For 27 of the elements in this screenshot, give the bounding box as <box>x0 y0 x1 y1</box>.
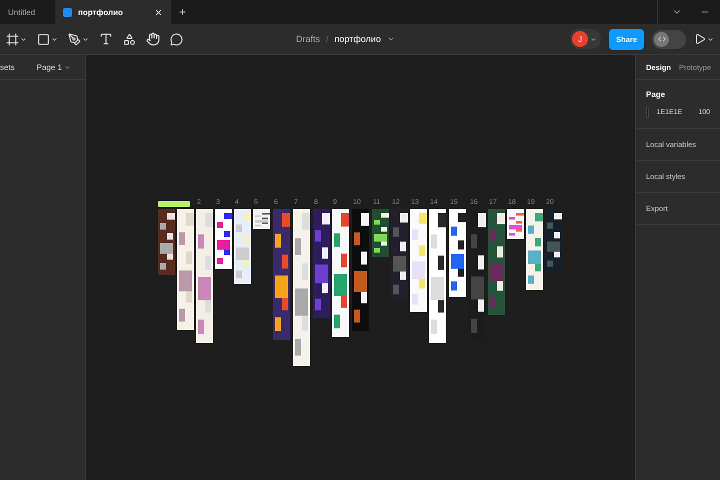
avatar-menu[interactable]: J <box>570 29 602 49</box>
assets-tab[interactable]: sets <box>0 62 15 72</box>
dev-mode-toggle[interactable] <box>652 30 686 48</box>
hand-tool[interactable] <box>146 32 160 46</box>
pen-tool[interactable] <box>68 32 89 46</box>
chevron-icon[interactable] <box>707 36 714 42</box>
separator: / <box>326 34 329 44</box>
code-icon <box>658 35 666 43</box>
folder-link[interactable]: Drafts <box>296 34 320 44</box>
shape-tool[interactable] <box>37 32 58 46</box>
chevron-icon[interactable] <box>590 36 598 42</box>
frame-tool[interactable] <box>6 32 27 46</box>
new-tab-button[interactable]: + <box>179 5 186 19</box>
file-icon <box>63 8 72 16</box>
components-tool[interactable] <box>123 32 136 46</box>
file-tab[interactable]: портфолио <box>55 0 171 24</box>
chevron-icon[interactable] <box>82 36 89 42</box>
comment-tool[interactable] <box>170 32 183 46</box>
close-icon[interactable] <box>154 8 163 16</box>
chevron-icon[interactable] <box>51 36 58 42</box>
page-selector[interactable]: Page 1 <box>36 62 71 72</box>
chevron-icon[interactable] <box>386 35 395 43</box>
text-tool[interactable] <box>99 32 113 46</box>
chevron-icon[interactable] <box>20 36 27 42</box>
present-button[interactable] <box>694 33 714 45</box>
section-heading: Page <box>646 90 666 99</box>
file-name[interactable]: портфолио <box>334 34 381 44</box>
